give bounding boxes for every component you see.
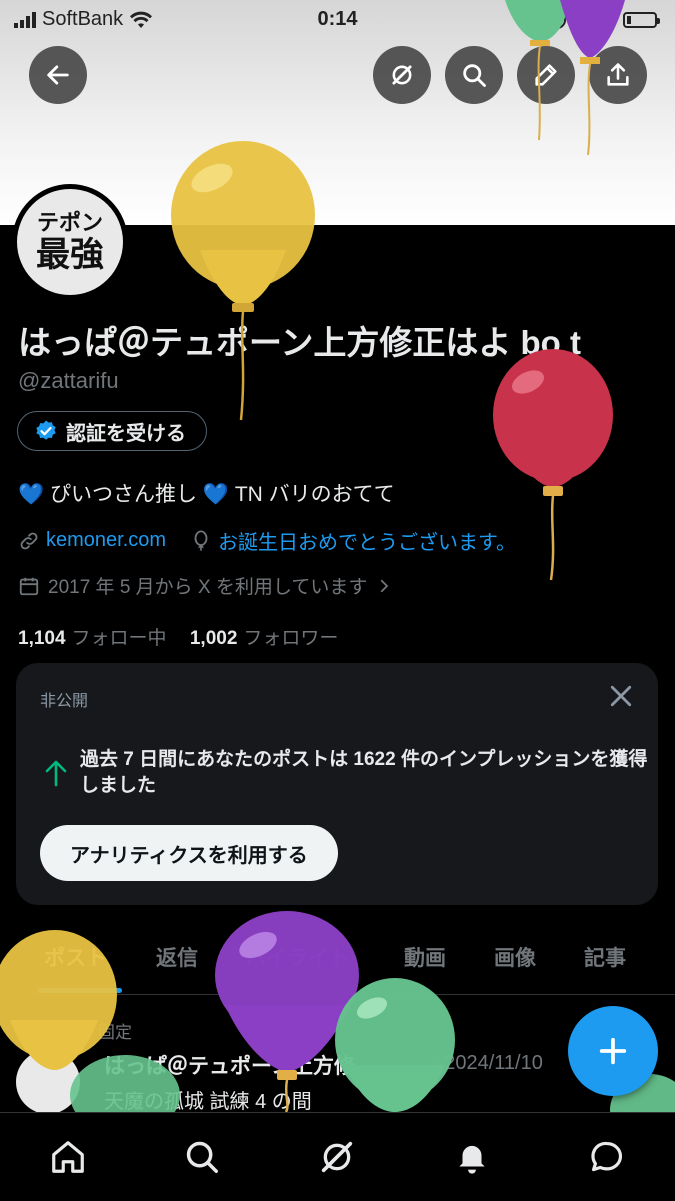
tab-photos[interactable]: 画像: [494, 942, 536, 972]
arrow-up-icon: [45, 760, 67, 787]
followers-stat[interactable]: 1,002 フォロワー: [190, 628, 339, 649]
profile-avatar[interactable]: テポン 最強: [12, 184, 128, 300]
close-icon[interactable]: [606, 681, 636, 711]
nav-search[interactable]: [180, 1135, 224, 1179]
search-button[interactable]: [445, 46, 503, 104]
back-button[interactable]: [29, 46, 87, 104]
bio-text-2: TN バリのおてて: [234, 483, 395, 506]
post-author-name[interactable]: はっぱ＠テュポーン上方修...: [104, 1050, 372, 1080]
avatar-text-bottom: 最強: [36, 235, 104, 275]
battery-level: [627, 15, 631, 24]
notifications-icon: [459, 1145, 485, 1174]
impressions-message: 過去 7 日間にあなたのポストは 1622 件のインプレッションを獲得しました: [80, 749, 648, 796]
private-label: 非公開: [40, 693, 89, 710]
follow-stats: 1,104 フォロー中 1,002 フォロワー: [18, 623, 338, 650]
followers-label: フォロワー: [243, 628, 339, 649]
nav-grok[interactable]: [315, 1135, 359, 1179]
website-link[interactable]: kemoner.com: [46, 529, 166, 552]
balloon-green-bottom: [335, 978, 455, 1112]
share-button[interactable]: [589, 46, 647, 104]
edit-icon: [535, 64, 557, 86]
chevron-right-icon: [381, 579, 389, 592]
bio: 💙 ぴいつさん推し 💙 TN バリのおてて: [18, 478, 395, 508]
following-count: 1,104: [18, 628, 66, 649]
profile-tabs: ポスト 返信 ハイライト 動画 画像 記事: [0, 930, 675, 995]
balloon-icon: [194, 529, 208, 551]
back-arrow-icon: [47, 65, 69, 85]
tab-videos[interactable]: 動画: [404, 942, 446, 972]
active-tab-indicator: [38, 988, 122, 993]
avatar-image: テポン 最強: [17, 189, 123, 295]
display-name: はっぱ＠テュポーン上方修正はよ bo t: [18, 324, 581, 361]
avatar-text-top: テポン: [36, 210, 103, 236]
compose-post-button[interactable]: [568, 1006, 658, 1096]
edit-button[interactable]: [517, 46, 575, 104]
analytics-card: 非公開 過去 7 日間にあなたのポストは 1622 件のインプレッションを獲得し…: [16, 663, 658, 905]
share-icon: [607, 63, 629, 86]
following-stat[interactable]: 1,104 フォロー中: [18, 628, 167, 649]
post-text[interactable]: 天魔の孤城 試練 4 の間: [104, 1085, 312, 1114]
bio-text-1: ぴいつさん推し: [50, 483, 197, 506]
following-label: フォロー中: [71, 628, 167, 649]
bottom-nav: [0, 1112, 675, 1201]
search-icon: [186, 1141, 218, 1173]
battery-percent: 14%: [574, 8, 615, 30]
pinned-label: 固定: [98, 1023, 132, 1042]
tab-highlights[interactable]: ハイライト: [245, 942, 350, 972]
search-icon: [463, 64, 486, 87]
calendar-icon: [19, 577, 39, 595]
tab-articles[interactable]: 記事: [584, 942, 626, 972]
nav-messages[interactable]: [585, 1135, 629, 1179]
status-bar: SoftBank 0:14 14%: [0, 0, 675, 38]
handle: @zattarifu: [18, 368, 119, 393]
plus-icon: [599, 1037, 627, 1065]
grok-icon: [321, 1141, 353, 1173]
get-verified-label: 認証を受ける: [66, 422, 186, 445]
joined-date: 2017 年 5 月から X を利用しています: [48, 577, 368, 598]
pin-icon: [72, 1021, 86, 1040]
get-verified-button[interactable]: 認証を受ける: [17, 411, 207, 451]
post-date: · 2024/11/10: [432, 1052, 543, 1074]
blue-heart-icon: 💙: [202, 483, 229, 506]
tab-replies[interactable]: 返信: [156, 942, 198, 972]
tab-posts[interactable]: ポスト: [44, 942, 107, 972]
blue-heart-icon: 💙: [18, 483, 45, 506]
home-icon: [52, 1141, 84, 1173]
analytics-button[interactable]: アナリティクスを利用する: [40, 825, 338, 881]
followers-count: 1,002: [189, 628, 238, 649]
birthday-message[interactable]: お誕生日おめでとうございます。: [218, 526, 516, 555]
verified-badge-icon: [36, 420, 56, 440]
post-author-avatar[interactable]: [16, 1050, 80, 1114]
profile-meta: kemoner.com お誕生日おめでとうございます。: [18, 526, 516, 555]
joined-date-row[interactable]: 2017 年 5 月から X を利用しています: [18, 572, 393, 599]
nav-home[interactable]: [46, 1135, 90, 1179]
nav-notifications[interactable]: [450, 1135, 494, 1179]
messages-icon: [591, 1141, 623, 1172]
battery-icon: [623, 11, 660, 28]
grok-button[interactable]: [373, 46, 431, 104]
pinned-indicator: 固定: [72, 1018, 132, 1043]
link-icon: [20, 532, 38, 549]
orientation-lock-icon: [547, 10, 566, 29]
grok-icon: [392, 65, 412, 85]
